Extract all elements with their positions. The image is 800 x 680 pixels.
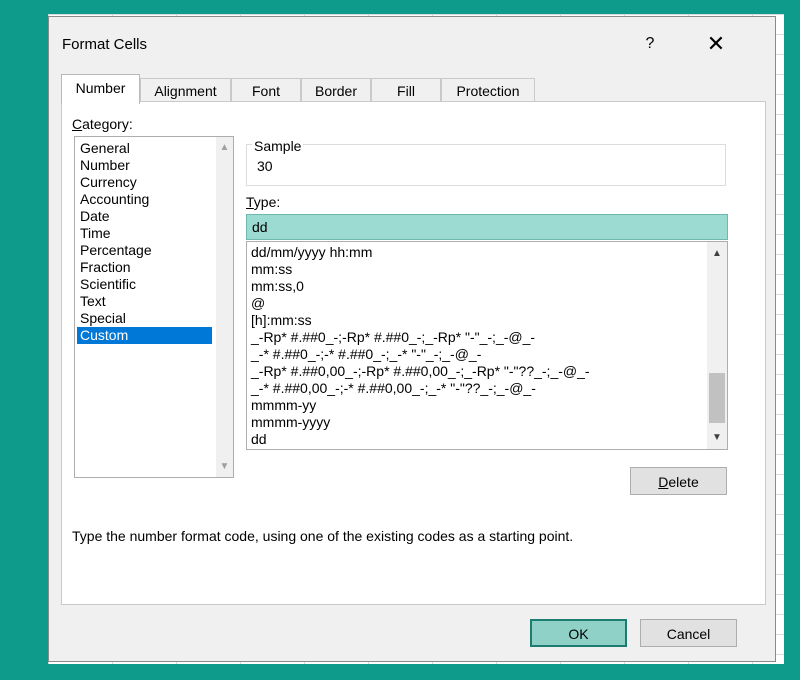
- chevron-up-icon[interactable]: ▲: [216, 139, 233, 156]
- category-label: Category:: [72, 116, 133, 132]
- type-item[interactable]: [h]:mm:ss: [251, 312, 312, 329]
- tab-protection[interactable]: Protection: [441, 78, 535, 102]
- type-item[interactable]: _-Rp* #.##0_-;-Rp* #.##0_-;_-Rp* "-"_-;_…: [251, 329, 535, 346]
- type-item[interactable]: @: [251, 295, 265, 312]
- chevron-down-icon[interactable]: ▼: [707, 429, 727, 446]
- type-item[interactable]: mmmm-yyyy: [251, 414, 330, 431]
- category-item-time[interactable]: Time: [77, 225, 212, 242]
- category-item-general[interactable]: General: [77, 140, 212, 157]
- chevron-down-icon[interactable]: ▼: [216, 458, 233, 475]
- type-label: Type:: [246, 194, 281, 210]
- chevron-up-icon[interactable]: ▲: [707, 245, 727, 262]
- question-icon[interactable]: ?: [639, 33, 661, 55]
- type-input[interactable]: [246, 214, 728, 240]
- scroll-thumb[interactable]: [709, 373, 725, 423]
- type-item[interactable]: dd: [251, 431, 267, 448]
- format-cells-dialog: Format Cells ? ✕ Number Alignment Font B…: [48, 16, 776, 662]
- category-item-number[interactable]: Number: [77, 157, 212, 174]
- cancel-button[interactable]: Cancel: [640, 619, 737, 647]
- sample-label: Sample: [252, 138, 304, 154]
- category-item-percentage[interactable]: Percentage: [77, 242, 212, 259]
- type-list[interactable]: dd/mm/yyyy hh:mm mm:ss mm:ss,0 @ [h]:mm:…: [246, 241, 728, 450]
- tab-fill[interactable]: Fill: [371, 78, 441, 102]
- category-item-text[interactable]: Text: [77, 293, 212, 310]
- ok-button[interactable]: OK: [530, 619, 627, 647]
- type-scrollbar[interactable]: ▲ ▼: [707, 242, 727, 449]
- category-item-special[interactable]: Special: [77, 310, 212, 327]
- type-item[interactable]: _-* #.##0_-;-* #.##0_-;_-* "-"_-;_-@_-: [251, 346, 481, 363]
- category-item-date[interactable]: Date: [77, 208, 212, 225]
- type-item[interactable]: mmmm-yy: [251, 397, 316, 414]
- hint-text: Type the number format code, using one o…: [72, 528, 574, 544]
- type-item[interactable]: mm:ss,0: [251, 278, 304, 295]
- sample-box: 30: [246, 144, 726, 186]
- tab-border[interactable]: Border: [301, 78, 371, 102]
- delete-button[interactable]: Delete: [630, 467, 727, 495]
- tab-alignment[interactable]: Alignment: [140, 78, 231, 102]
- category-item-fraction[interactable]: Fraction: [77, 259, 212, 276]
- category-item-accounting[interactable]: Accounting: [77, 191, 212, 208]
- category-item-currency[interactable]: Currency: [77, 174, 212, 191]
- close-icon[interactable]: ✕: [702, 30, 730, 58]
- type-item[interactable]: _-Rp* #.##0,00_-;-Rp* #.##0,00_-;_-Rp* "…: [251, 363, 590, 380]
- type-item[interactable]: _-* #.##0,00_-;-* #.##0,00_-;_-* "-"??_-…: [251, 380, 536, 397]
- category-list[interactable]: General Number Currency Accounting Date …: [74, 136, 234, 478]
- tab-font[interactable]: Font: [231, 78, 301, 102]
- type-item[interactable]: mm:ss: [251, 261, 292, 278]
- type-item[interactable]: dd/mm/yyyy hh:mm: [251, 244, 372, 261]
- category-scrollbar[interactable]: ▲ ▼: [216, 137, 233, 477]
- category-item-custom[interactable]: Custom: [77, 327, 212, 344]
- tab-number[interactable]: Number: [61, 74, 140, 104]
- sample-value: 30: [257, 158, 273, 174]
- dialog-title: Format Cells: [62, 36, 148, 53]
- number-tab-panel: Category: General Number Currency Accoun…: [61, 101, 766, 605]
- category-item-scientific[interactable]: Scientific: [77, 276, 212, 293]
